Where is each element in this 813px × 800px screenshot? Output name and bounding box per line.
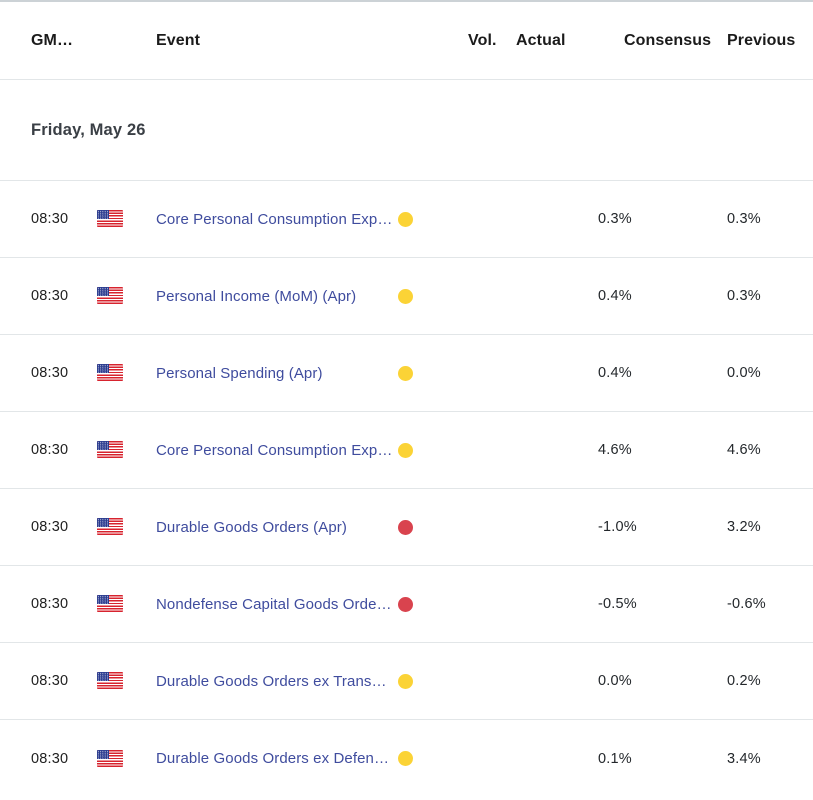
consensus-value: 0.1% xyxy=(598,750,632,767)
column-header-previous[interactable]: Previous xyxy=(727,32,813,50)
table-row[interactable]: 08:30 Core Personal Consumption Expenditu… xyxy=(0,181,813,258)
column-header-event[interactable]: Event xyxy=(131,32,468,50)
previous-value: 0.2% xyxy=(727,673,761,689)
event-name-link[interactable]: Personal Spending (Apr) xyxy=(131,365,394,382)
consensus-value: -0.5% xyxy=(598,596,637,612)
event-time: 08:30 xyxy=(31,519,69,535)
previous-value: -0.6% xyxy=(727,596,766,612)
previous-value: 0.3% xyxy=(727,211,761,227)
table-row[interactable]: 08:30 Durable Goods Orders (Apr) -1.0% 3.2% xyxy=(0,489,813,566)
event-name-link[interactable]: Durable Goods Orders ex Defense (Apr) xyxy=(131,750,394,767)
event-name-link[interactable]: Core Personal Consumption Expenditur… xyxy=(131,211,394,228)
table-row[interactable]: 08:30 Core Personal Consumption Expenditu… xyxy=(0,412,813,489)
red-dot-icon xyxy=(398,596,413,612)
date-group-header: Friday, May 26 xyxy=(0,80,813,181)
event-time: 08:30 xyxy=(31,288,69,304)
table-row[interactable]: 08:30 Durable Goods Orders ex Defense (Ap… xyxy=(0,720,813,797)
us-flag-icon xyxy=(97,287,123,305)
yellow-dot-icon xyxy=(398,751,413,766)
column-header-consensus[interactable]: Consensus xyxy=(624,32,727,50)
us-flag-icon xyxy=(97,441,123,459)
previous-value: 4.6% xyxy=(727,442,761,458)
economic-calendar-table: GM… Event Vol. Actual Consensus Previous… xyxy=(0,0,813,797)
us-flag-icon xyxy=(97,364,123,382)
us-flag-icon xyxy=(97,518,123,536)
consensus-value: 0.3% xyxy=(598,211,632,227)
us-flag-icon xyxy=(97,672,123,690)
table-row[interactable]: 08:30 Personal Income (MoM) (Apr) 0.4% 0.3% xyxy=(0,258,813,335)
table-row[interactable]: 08:30 Personal Spending (Apr) 0.4% 0.0% xyxy=(0,335,813,412)
event-name-link[interactable]: Nondefense Capital Goods Orders ex Ai… xyxy=(131,596,394,613)
column-header-volatility[interactable]: Vol. xyxy=(468,32,516,50)
consensus-value: -1.0% xyxy=(598,519,637,535)
column-header-time[interactable]: GM… xyxy=(31,32,97,50)
event-time: 08:30 xyxy=(31,442,69,458)
event-time: 08:30 xyxy=(31,750,69,767)
event-time: 08:30 xyxy=(31,365,69,381)
previous-value: 0.0% xyxy=(727,365,761,381)
red-dot-icon xyxy=(398,519,413,535)
yellow-dot-icon xyxy=(398,673,413,689)
event-name-link[interactable]: Personal Income (MoM) (Apr) xyxy=(131,288,394,305)
event-time: 08:30 xyxy=(31,673,69,689)
consensus-value: 0.4% xyxy=(598,365,632,381)
consensus-value: 0.0% xyxy=(598,673,632,689)
previous-value: 3.4% xyxy=(727,750,761,767)
event-name-link[interactable]: Durable Goods Orders (Apr) xyxy=(131,519,394,536)
date-group-label: Friday, May 26 xyxy=(31,120,146,139)
us-flag-icon xyxy=(97,595,123,613)
event-time: 08:30 xyxy=(31,211,69,227)
previous-value: 3.2% xyxy=(727,519,761,535)
table-row[interactable]: 08:30 Nondefense Capital Goods Orders ex … xyxy=(0,566,813,643)
yellow-dot-icon xyxy=(398,211,413,227)
table-row[interactable]: 08:30 Durable Goods Orders ex Transportat… xyxy=(0,643,813,720)
consensus-value: 4.6% xyxy=(598,442,632,458)
yellow-dot-icon xyxy=(398,288,413,304)
table-header-row: GM… Event Vol. Actual Consensus Previous xyxy=(0,2,813,80)
previous-value: 0.3% xyxy=(727,288,761,304)
us-flag-icon xyxy=(97,749,123,767)
event-name-link[interactable]: Durable Goods Orders ex Transportatio… xyxy=(131,673,394,690)
us-flag-icon xyxy=(97,210,123,228)
yellow-dot-icon xyxy=(398,442,413,458)
column-header-actual[interactable]: Actual xyxy=(516,32,624,50)
consensus-value: 0.4% xyxy=(598,288,632,304)
yellow-dot-icon xyxy=(398,365,413,381)
event-time: 08:30 xyxy=(31,596,69,612)
event-name-link[interactable]: Core Personal Consumption Expenditur… xyxy=(131,442,394,459)
table-body: 08:30 Core Personal Consumption Expenditu… xyxy=(0,181,813,797)
